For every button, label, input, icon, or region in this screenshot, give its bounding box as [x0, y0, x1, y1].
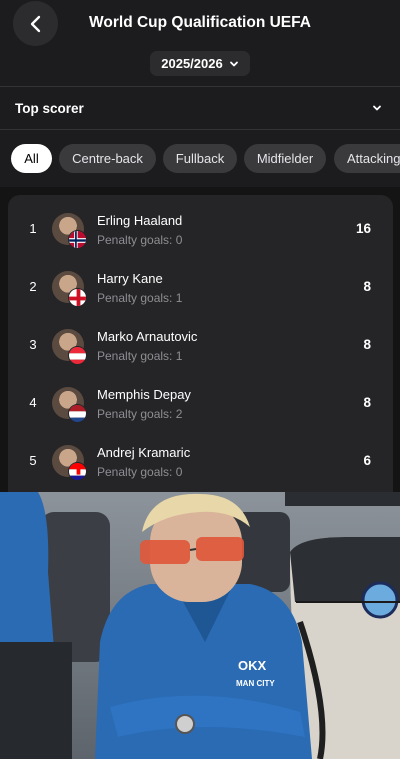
rank-number: 5	[29, 453, 37, 468]
filter-chip-midfielder[interactable]: Midfielder	[244, 144, 326, 173]
norway-flag-icon	[68, 230, 87, 249]
app-screen: World Cup Qualification UEFA 2025/2026 T…	[0, 0, 400, 492]
list-item[interactable]: 5 Andrej Kramaric Penalty goals: 0 6	[8, 429, 393, 487]
chevron-down-icon	[229, 61, 238, 66]
player-name: Marko Arnautovic	[97, 329, 198, 344]
filter-chip-fullback[interactable]: Fullback	[163, 144, 237, 173]
season-selector[interactable]: 2025/2026	[150, 51, 250, 76]
header: World Cup Qualification UEFA 2025/2026	[0, 0, 400, 86]
rank-number: 2	[29, 279, 37, 294]
rank-number: 1	[29, 221, 37, 236]
penalty-goals: Penalty goals: 1	[97, 349, 183, 363]
goal-count: 8	[363, 395, 371, 410]
penalty-goals: Penalty goals: 0	[97, 233, 183, 247]
season-label: 2025/2026	[161, 56, 223, 71]
chevron-down-icon	[373, 105, 381, 111]
jersey-club-text: MAN CITY	[236, 679, 275, 688]
england-flag-icon	[68, 288, 87, 307]
penalty-goals: Penalty goals: 0	[97, 465, 183, 479]
netherlands-flag-icon	[68, 404, 87, 423]
list-item[interactable]: 4 Memphis Depay Penalty goals: 2 8	[8, 371, 393, 429]
filter-chip-attacking[interactable]: Attacking	[334, 144, 400, 173]
rank-number: 4	[29, 395, 37, 410]
stat-selector-label: Top scorer	[15, 100, 84, 116]
austria-flag-icon	[68, 346, 87, 365]
list-item[interactable]: 1 Erling Haaland Penalty goals: 0 16	[8, 197, 393, 255]
player-name: Andrej Kramaric	[97, 445, 191, 460]
player-name: Erling Haaland	[97, 213, 183, 228]
filter-chip-centre-back[interactable]: Centre-back	[59, 144, 156, 173]
goal-count: 6	[363, 453, 371, 468]
goal-count: 8	[363, 279, 371, 294]
croatia-flag-icon	[68, 462, 87, 481]
player-photo: OKX MAN CITY	[0, 492, 400, 759]
scorer-list: 1 Erling Haaland Penalty goals: 0 16 2 H…	[8, 195, 393, 492]
player-name: Harry Kane	[97, 271, 163, 286]
list-item[interactable]: 2 Harry Kane Penalty goals: 1 8	[8, 255, 393, 313]
bus-scene-illustration: OKX MAN CITY	[0, 492, 400, 759]
penalty-goals: Penalty goals: 1	[97, 291, 183, 305]
position-filter-bar: All Centre-back Fullback Midfielder Atta…	[0, 130, 400, 186]
list-item[interactable]: 3 Marko Arnautovic Penalty goals: 1 8	[8, 313, 393, 371]
page-title: World Cup Qualification UEFA	[89, 14, 311, 31]
penalty-goals: Penalty goals: 2	[97, 407, 183, 421]
jersey-sponsor-text: OKX	[238, 658, 267, 673]
goal-count: 16	[355, 221, 371, 236]
player-name: Memphis Depay	[97, 387, 191, 402]
filter-chip-all[interactable]: All	[11, 144, 52, 173]
goal-count: 8	[363, 337, 371, 352]
chevron-left-icon	[30, 15, 40, 32]
back-button[interactable]	[13, 1, 58, 46]
stat-selector[interactable]: Top scorer	[0, 87, 400, 129]
rank-number: 3	[29, 337, 37, 352]
